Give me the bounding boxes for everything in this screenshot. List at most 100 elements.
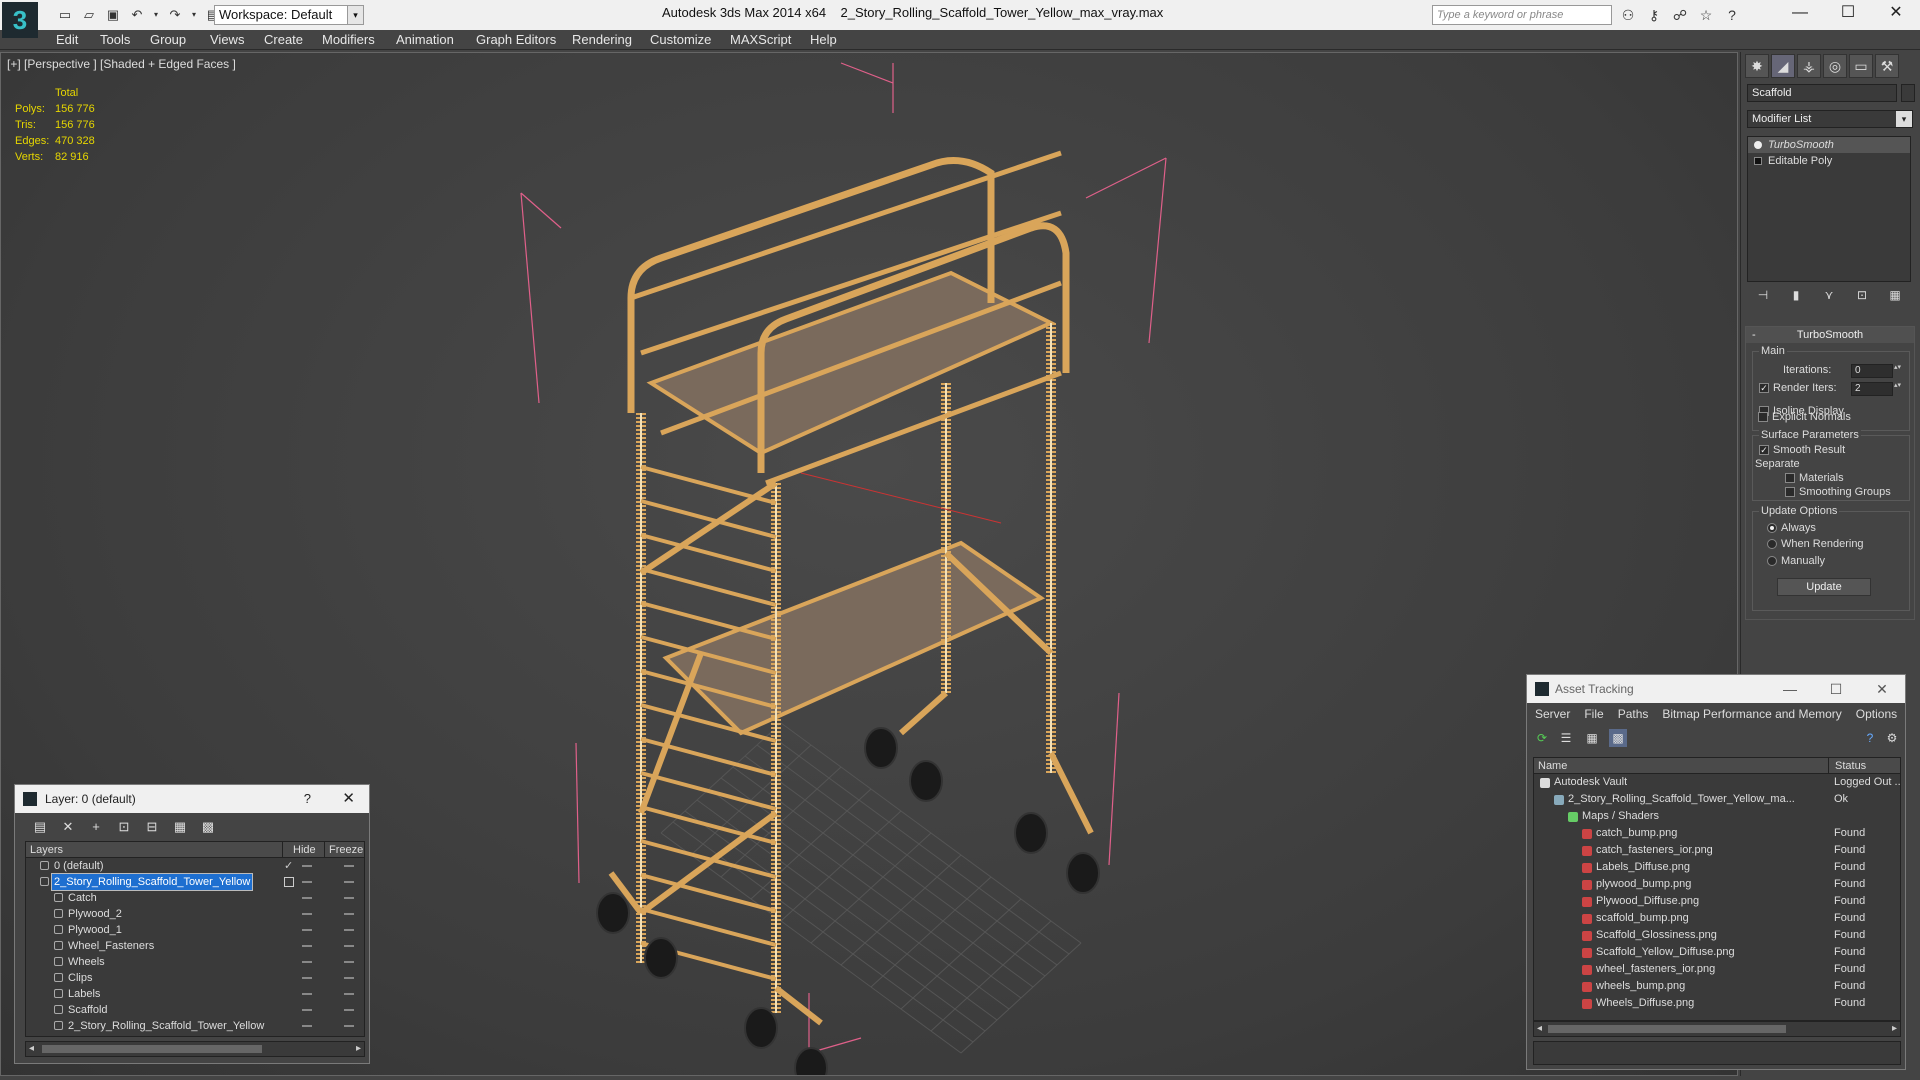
hide-toggle[interactable]	[302, 1025, 312, 1027]
layer-row[interactable]: Wheel_Fasteners	[26, 938, 364, 954]
redo-dropdown-icon[interactable]: ▾	[190, 6, 198, 24]
iterations-spinner[interactable]: 0	[1851, 364, 1904, 378]
close-icon[interactable]: ✕	[1859, 675, 1905, 703]
minimize-icon[interactable]: —	[1767, 675, 1813, 703]
layer-name[interactable]: Labels	[66, 986, 102, 1002]
hide-toggle[interactable]	[302, 929, 312, 931]
hide-toggle[interactable]	[302, 993, 312, 995]
search-input[interactable]: Type a keyword or phrase	[1432, 5, 1612, 25]
layer-name[interactable]: Clips	[66, 970, 94, 986]
undo-dropdown-icon[interactable]: ▾	[152, 6, 160, 24]
layer-name[interactable]: Wheels	[66, 954, 107, 970]
layer-name[interactable]: Catch	[66, 890, 99, 906]
help-icon[interactable]: ?	[304, 785, 311, 813]
layer-row[interactable]: Clips	[26, 970, 364, 986]
list-view-icon[interactable]: ☰	[1557, 729, 1575, 747]
render-iters-checkbox[interactable]: ✓	[1759, 383, 1769, 393]
layer-row[interactable]: 2_Story_Rolling_Scaffold_Tower_Yellow	[26, 1018, 364, 1034]
asset-row[interactable]: wheels_bump.png Found	[1534, 978, 1900, 995]
asset-row[interactable]: Autodesk Vault Logged Out ...	[1534, 774, 1900, 791]
asset-row[interactable]: Scaffold_Glossiness.png Found	[1534, 927, 1900, 944]
modify-tab-icon[interactable]: ◢	[1771, 54, 1795, 78]
freeze-toggle[interactable]	[344, 961, 354, 963]
menu-item[interactable]: Rendering	[572, 32, 632, 47]
freeze-toggle[interactable]	[344, 1025, 354, 1027]
chevron-down-icon[interactable]: ▾	[1896, 111, 1912, 127]
freeze-toggle[interactable]	[344, 913, 354, 915]
new-file-icon[interactable]: ▭	[56, 6, 74, 24]
smooth-result-checkbox[interactable]: ✓	[1759, 445, 1769, 455]
account-icon[interactable]: ☍	[1670, 6, 1690, 24]
hierarchy-tab-icon[interactable]: ⚶	[1797, 54, 1821, 78]
pin-stack-icon[interactable]: ⊣	[1753, 286, 1773, 304]
asset-row[interactable]: Plywood_Diffuse.png Found	[1534, 893, 1900, 910]
menu-item[interactable]: Modifiers	[322, 32, 375, 47]
configure-sets-icon[interactable]: ▦	[1885, 286, 1905, 304]
column-header-layers[interactable]: Layers	[30, 842, 63, 858]
asset-row[interactable]: wheel_fasteners_ior.png Found	[1534, 961, 1900, 978]
render-iters-spinner[interactable]: 2	[1851, 382, 1904, 396]
create-tab-icon[interactable]: ✸	[1745, 54, 1769, 78]
table-view-icon[interactable]: ▩	[1609, 729, 1627, 747]
menu-item[interactable]: Customize	[650, 32, 711, 47]
layer-name[interactable]: Wheel_Fasteners	[66, 938, 156, 954]
options-icon[interactable]: ⚙	[1883, 729, 1901, 747]
viewport-label[interactable]: [+] [Perspective ] [Shaded + Edged Faces…	[7, 57, 236, 71]
layer-row[interactable]: Labels	[26, 986, 364, 1002]
expand-box-icon[interactable]	[1754, 157, 1762, 165]
freeze-toggle[interactable]	[344, 993, 354, 995]
hide-all-icon[interactable]: ▦	[171, 819, 189, 835]
chevron-down-icon[interactable]: ▾	[347, 6, 363, 24]
app-logo-icon[interactable]: 3	[2, 2, 38, 38]
layer-row[interactable]: Catch	[26, 890, 364, 906]
hide-toggle[interactable]	[302, 961, 312, 963]
scroll-thumb[interactable]	[1548, 1025, 1786, 1033]
horizontal-scrollbar[interactable]: ◂ ▸	[1533, 1021, 1901, 1037]
lightbulb-icon[interactable]	[1754, 141, 1762, 149]
freeze-toggle[interactable]	[344, 881, 354, 883]
smoothing-groups-checkbox[interactable]	[1785, 487, 1795, 497]
freeze-toggle[interactable]	[344, 865, 354, 867]
hide-toggle[interactable]	[302, 977, 312, 979]
select-objects-icon[interactable]: ⊡	[115, 819, 133, 835]
menu-item[interactable]: Create	[264, 32, 303, 47]
menu-item[interactable]: Edit	[56, 32, 78, 47]
freeze-toggle[interactable]	[344, 1009, 354, 1011]
menu-item[interactable]: Animation	[396, 32, 454, 47]
new-layer-icon[interactable]: ▤	[31, 819, 49, 835]
menu-item[interactable]: Graph Editors	[476, 32, 556, 47]
hide-toggle[interactable]	[302, 881, 312, 883]
menu-item[interactable]: Tools	[100, 32, 130, 47]
layer-window-title[interactable]: Layer: 0 (default) ? ✕	[15, 785, 369, 813]
hide-toggle[interactable]	[302, 913, 312, 915]
menu-item[interactable]: Views	[210, 32, 244, 47]
layer-name[interactable]: Plywood_2	[66, 906, 124, 922]
asset-window-title[interactable]: Asset Tracking — ☐ ✕	[1527, 675, 1905, 703]
layer-name[interactable]: 2_Story_Rolling_Scaffold_Tower_Yellow	[50, 873, 254, 891]
hide-toggle[interactable]	[302, 865, 312, 867]
column-header-freeze[interactable]: Freeze	[324, 842, 363, 858]
current-layer-check-icon[interactable]: ✓	[284, 858, 293, 874]
layer-row[interactable]: Plywood_1	[26, 922, 364, 938]
freeze-toggle[interactable]	[344, 929, 354, 931]
thumbnail-view-icon[interactable]: ▦	[1583, 729, 1601, 747]
layer-name[interactable]: Scaffold	[66, 1002, 110, 1018]
menu-item[interactable]: MAXScript	[730, 32, 791, 47]
layer-row[interactable]: Scaffold	[26, 1002, 364, 1018]
asset-row[interactable]: Scaffold_Yellow_Diffuse.png Found	[1534, 944, 1900, 961]
layer-row[interactable]: Wheels	[26, 954, 364, 970]
asset-menu-item[interactable]: Paths	[1618, 703, 1649, 725]
undo-icon[interactable]: ↶	[128, 6, 146, 24]
update-button[interactable]: Update	[1777, 578, 1871, 596]
rollout-title[interactable]: - TurboSmooth	[1746, 327, 1914, 343]
delete-layer-icon[interactable]: ✕	[59, 819, 77, 835]
manually-radio[interactable]	[1767, 556, 1777, 566]
layer-row[interactable]: Plywood_2	[26, 906, 364, 922]
object-color-swatch[interactable]	[1901, 84, 1915, 102]
layer-row[interactable]: 2_Story_Rolling_Scaffold_Tower_Yellow	[26, 873, 364, 891]
show-end-result-icon[interactable]: ▮	[1786, 286, 1806, 304]
highlight-layer-icon[interactable]: ⊟	[143, 819, 161, 835]
column-header-status[interactable]: Status	[1828, 758, 1866, 774]
asset-row[interactable]: scaffold_bump.png Found	[1534, 910, 1900, 927]
binoculars-icon[interactable]: ⚇	[1618, 6, 1638, 24]
